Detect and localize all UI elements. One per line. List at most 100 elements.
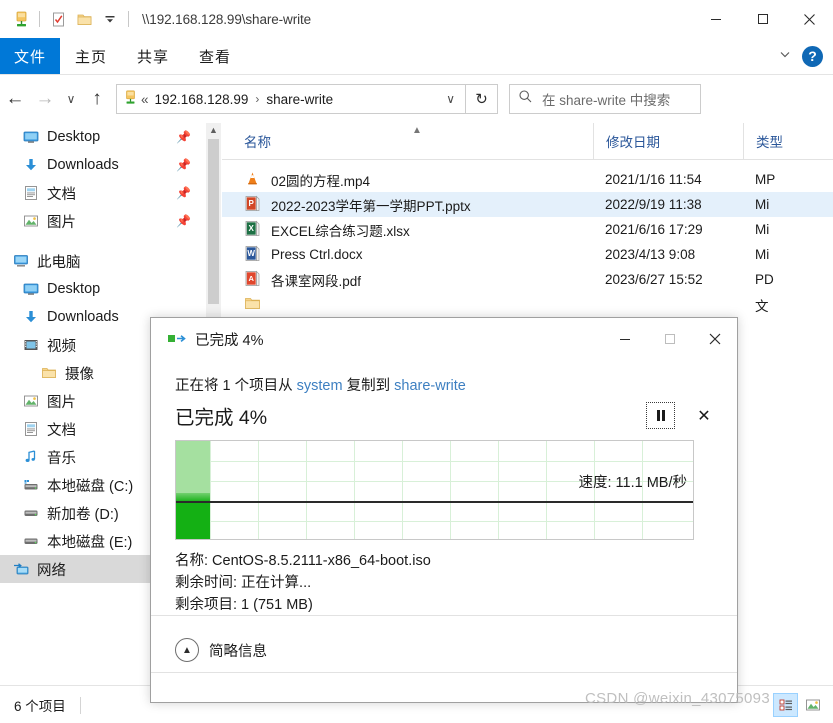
file-type-cell: Mi <box>755 247 770 262</box>
file-name-cell[interactable]: A 各课室网段.pdf <box>222 270 593 290</box>
scroll-up-icon[interactable]: ▲ <box>206 123 221 137</box>
cancel-copy-button[interactable]: ✕ <box>695 406 713 426</box>
column-label: 名称 <box>244 135 271 150</box>
large-icons-view-icon[interactable] <box>800 693 825 717</box>
grid-line-v <box>498 441 499 539</box>
maximize-button[interactable] <box>739 0 786 38</box>
copy-progress-dialog: 已完成 4% 正在将 1 个项目从 system 复制到 share-write… <box>150 317 738 703</box>
tab-file[interactable]: 文件 <box>0 38 61 74</box>
documents-icon <box>22 185 39 202</box>
scrollbar-thumb[interactable] <box>208 139 219 304</box>
pictures-icon <box>22 393 39 410</box>
dialog-close-button[interactable] <box>692 318 737 360</box>
dialog-minimize-button[interactable] <box>602 318 647 360</box>
svg-text:W: W <box>247 249 255 258</box>
file-name-cell[interactable]: 02圆的方程.mp4 <box>222 170 593 190</box>
file-date-cell: 2023/4/13 9:08 <box>605 247 696 262</box>
tab-view[interactable]: 查看 <box>184 38 246 74</box>
address-dropdown-icon[interactable]: ∨ <box>440 92 461 106</box>
navpane-scrollbar[interactable]: ▲ <box>206 123 221 323</box>
network-icon <box>12 561 29 578</box>
sidebar-item-desktop-quick[interactable]: Desktop 📌 <box>0 123 205 151</box>
network-folder-icon[interactable] <box>8 6 34 32</box>
table-row[interactable]: A 各课室网段.pdf 2023/6/27 15:52 PD <box>222 267 833 292</box>
less-info-toggle[interactable]: ▲ 简略信息 <box>151 616 737 662</box>
desktop-icon <box>22 129 39 146</box>
breadcrumb-separator[interactable]: › <box>250 92 264 106</box>
forward-button[interactable]: → <box>30 83 60 115</box>
column-header-date[interactable]: 修改日期 <box>593 123 743 159</box>
new-folder-icon[interactable] <box>71 6 97 32</box>
pin-icon[interactable]: 📌 <box>176 158 191 172</box>
search-box[interactable]: 在 share-write 中搜索 <box>509 84 701 114</box>
file-date-cell: 2023/6/27 15:52 <box>605 272 703 287</box>
close-button[interactable] <box>786 0 833 38</box>
table-row[interactable]: 文 <box>222 292 833 317</box>
pin-icon[interactable]: 📌 <box>176 214 191 228</box>
breadcrumb-lead[interactable]: « <box>139 92 153 107</box>
grid-line-v <box>306 441 307 539</box>
list-top-spacer <box>222 160 833 167</box>
drive-icon <box>22 505 39 522</box>
sidebar-item-desktop-pc[interactable]: Desktop <box>0 275 205 303</box>
recent-locations-button[interactable]: ∨ <box>60 83 82 115</box>
file-name-cell[interactable]: X EXCEL综合练习题.xlsx <box>222 220 593 240</box>
table-row[interactable]: W Press Ctrl.docx 2023/4/13 9:08 Mi <box>222 242 833 267</box>
ribbon-right-controls: ? <box>778 38 833 74</box>
dialog-window-controls <box>602 318 737 360</box>
file-name-label: 02圆的方程.mp4 <box>271 173 371 189</box>
grid-line-v <box>210 441 211 539</box>
sidebar-item-pictures-quick[interactable]: 图片 📌 <box>0 207 205 235</box>
status-divider <box>79 696 81 714</box>
help-icon[interactable]: ? <box>802 45 823 67</box>
sidebar-item-label: 本地磁盘 (C:) <box>47 478 134 495</box>
table-row[interactable]: P 2022-2023学年第一学期PPT.pptx 2022/9/19 11:3… <box>222 192 833 217</box>
powerpoint-icon: P <box>244 195 263 214</box>
copy-destination-link[interactable]: share-write <box>394 378 466 394</box>
dialog-maximize-button[interactable] <box>647 318 692 360</box>
word-icon: W <box>244 245 263 264</box>
dialog-footer-line <box>151 672 737 673</box>
properties-icon[interactable] <box>45 6 71 32</box>
grid-line-v <box>258 441 259 539</box>
grid-line-v <box>354 441 355 539</box>
sidebar-item-this-pc[interactable]: 此电脑 <box>0 247 205 275</box>
table-row[interactable]: X EXCEL综合练习题.xlsx 2021/6/16 17:29 Mi <box>222 217 833 242</box>
less-info-label: 简略信息 <box>209 643 267 660</box>
back-button[interactable]: ← <box>0 83 30 115</box>
file-name-cell[interactable]: P 2022-2023学年第一学期PPT.pptx <box>222 195 593 215</box>
column-header-type[interactable]: 类型 <box>743 123 833 159</box>
vlc-media-icon <box>244 170 263 189</box>
customize-dropdown-icon[interactable] <box>97 6 123 32</box>
up-button[interactable]: ↑ <box>82 83 112 115</box>
pause-button[interactable] <box>646 402 675 429</box>
file-name-label: Press Ctrl.docx <box>271 247 363 262</box>
breadcrumb-share[interactable]: share-write <box>264 92 335 107</box>
sidebar-item-downloads-quick[interactable]: Downloads 📌 <box>0 151 205 179</box>
tab-share[interactable]: 共享 <box>122 38 184 74</box>
pin-icon[interactable]: 📌 <box>176 186 191 200</box>
sidebar-item-documents-quick[interactable]: 文档 📌 <box>0 179 205 207</box>
file-name-cell[interactable] <box>222 295 593 314</box>
sidebar-item-label: Downloads <box>47 157 119 173</box>
file-name-cell[interactable]: W Press Ctrl.docx <box>222 245 593 264</box>
downloads-icon <box>22 309 39 326</box>
chevron-down-icon[interactable] <box>778 47 792 66</box>
copy-source-link[interactable]: system <box>297 378 343 394</box>
window-controls <box>692 0 833 38</box>
column-headers: 名称 ▲ 修改日期 类型 <box>222 123 833 160</box>
breadcrumb-host[interactable]: 192.168.128.99 <box>153 92 251 107</box>
column-header-name[interactable]: 名称 ▲ <box>222 123 593 159</box>
address-bar[interactable]: « 192.168.128.99 › share-write ∨ <box>116 84 466 114</box>
tab-home[interactable]: 主页 <box>60 38 122 74</box>
file-type-cell: MP <box>755 172 776 187</box>
sidebar-item-label: 网络 <box>37 562 66 579</box>
title-bar: \\192.168.128.99\share-write <box>0 0 833 38</box>
pin-icon[interactable]: 📌 <box>176 130 191 144</box>
documents-icon <box>22 421 39 438</box>
refresh-button[interactable]: ↻ <box>466 84 498 114</box>
minimize-button[interactable] <box>692 0 739 38</box>
table-row[interactable]: 02圆的方程.mp4 2021/1/16 11:54 MP <box>222 167 833 192</box>
details-view-icon[interactable] <box>773 693 798 717</box>
